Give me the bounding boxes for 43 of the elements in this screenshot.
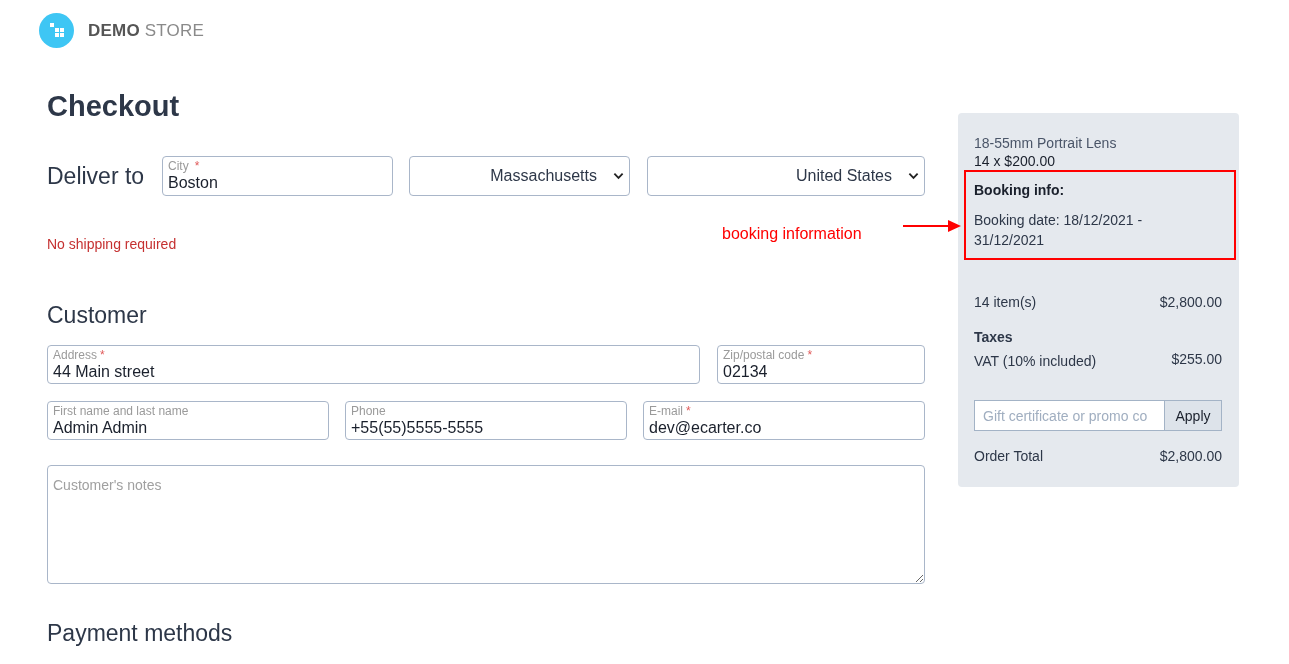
- field-label: First name and last name: [53, 404, 189, 418]
- input-field[interactable]: Phone +55(55)5555-5555: [345, 401, 627, 440]
- store-name: DEMO STORE: [88, 20, 204, 41]
- required-mark: *: [807, 348, 813, 362]
- deliver-to-label: Deliver to: [47, 162, 145, 190]
- booking-heading: Booking info:: [974, 181, 1066, 199]
- arrow-icon: [903, 220, 961, 232]
- required-mark: *: [194, 159, 200, 173]
- shipping-note: No shipping required: [47, 235, 177, 254]
- field-label: E-mail: [649, 404, 683, 418]
- annotation-label: booking information: [722, 225, 862, 243]
- quantity-price: 14 x $200.00: [974, 152, 1056, 170]
- subtotal-amount: $2,800.00: [1159, 293, 1222, 311]
- taxes-heading: Taxes: [974, 328, 1014, 346]
- notes-field[interactable]: Customer's notes: [47, 465, 925, 584]
- required-mark: *: [100, 348, 105, 362]
- tax-label: VAT (10% included): [974, 352, 1097, 370]
- tax-amount: $255.00: [1171, 350, 1222, 369]
- field-label: Zip/postal code: [723, 348, 805, 362]
- total-amount: $2,800.00: [1159, 447, 1222, 465]
- total-label: Order Total: [974, 447, 1043, 465]
- page-title: Checkout: [47, 89, 180, 124]
- field-label: Phone: [351, 404, 386, 418]
- field-label: Address: [53, 348, 98, 362]
- country-select[interactable]: United States: [647, 156, 925, 196]
- logo-icon: [39, 13, 74, 48]
- input-field[interactable]: E-mail * dev@ecarter.co: [643, 401, 925, 440]
- section-heading: Customer: [47, 302, 147, 328]
- apply-button[interactable]: Apply: [1164, 400, 1222, 431]
- subtotal-label: 14 item(s): [974, 293, 1037, 311]
- input-field[interactable]: First name and last name Admin Admin: [47, 401, 329, 440]
- state-select[interactable]: Massachusetts: [409, 156, 630, 196]
- product-name: 18-55mm Portrait Lens: [974, 134, 1118, 152]
- chevron-down-icon: [613, 172, 624, 180]
- booking-dates: Booking date: 18/12/2021 - 31/12/2021: [974, 211, 1144, 250]
- input-field[interactable]: Zip/postal code * 02134: [717, 345, 925, 384]
- promo-code-field[interactable]: Gift certificate or promo co: [974, 400, 1164, 431]
- field-label: City: [168, 159, 189, 173]
- section-heading: Payment methods: [47, 620, 233, 646]
- input-field[interactable]: Address * 44 Main street: [47, 345, 700, 384]
- city-field[interactable]: City * Boston: [162, 156, 393, 196]
- chevron-down-icon: [908, 172, 919, 180]
- required-mark: *: [686, 404, 691, 418]
